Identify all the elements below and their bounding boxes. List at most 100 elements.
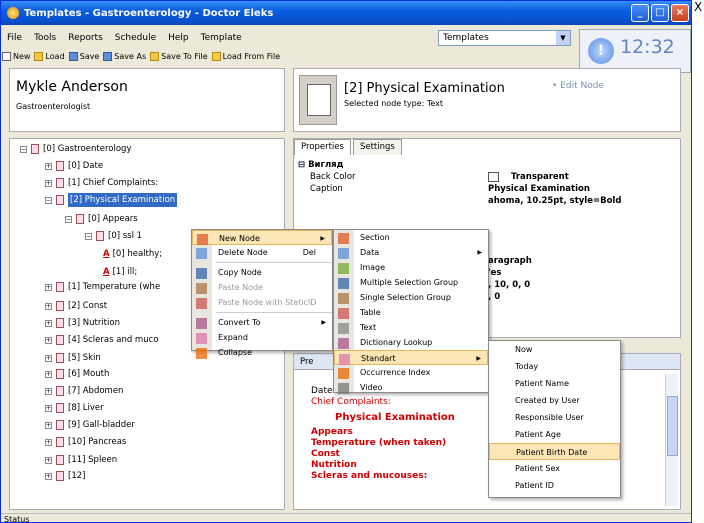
tab-properties[interactable]: Properties (294, 139, 351, 155)
new-node-item-occurrence-index[interactable]: Occurrence Index (334, 365, 488, 380)
load-from-file-button[interactable]: Load From File (211, 51, 283, 61)
expand-icon[interactable]: + (45, 370, 52, 378)
info-icon[interactable]: ! (588, 38, 614, 64)
tree-node[interactable]: + [4] Scleras and muco (45, 333, 158, 347)
new-node-item-single-selection-group[interactable]: Single Selection Group (334, 290, 488, 305)
tree-node[interactable]: A [0] healthy; (103, 247, 162, 261)
property-row[interactable]: Caption Physical Examination (298, 183, 678, 195)
collapse-icon[interactable]: − (65, 215, 72, 223)
save-button[interactable]: Save (68, 51, 103, 61)
templates-combo[interactable]: Templates ▼ (438, 30, 571, 46)
tree-node[interactable]: + [7] Abdomen (45, 384, 123, 398)
menu-reports[interactable]: Reports (62, 31, 109, 45)
save-to-file-button[interactable]: Save To File (149, 51, 211, 61)
tree-node[interactable]: + [2] Const (45, 299, 107, 313)
collapse-icon[interactable]: − (45, 196, 52, 204)
close-icon[interactable]: X (694, 0, 702, 14)
standart-item-patient-name[interactable]: Patient Name (489, 375, 620, 392)
collapse-icon[interactable]: − (85, 232, 92, 240)
tree-node[interactable]: − [0] ssl 1 (85, 229, 142, 243)
property-value[interactable]: ahoma, 10.25pt, style=Bold (488, 195, 621, 207)
expand-icon[interactable]: + (45, 302, 52, 310)
expand-icon[interactable]: + (45, 336, 52, 344)
new-node-item-section[interactable]: Section (334, 230, 488, 245)
new-button[interactable]: New (1, 51, 33, 61)
new-node-item-data[interactable]: Data ▶ (334, 245, 488, 260)
context-menu-item-delete-node[interactable]: Delete Node Del (192, 245, 332, 260)
tree-node[interactable]: + [1] Chief Complaints: (45, 176, 158, 190)
maximize-button[interactable]: □ (651, 4, 669, 22)
tree-node[interactable]: + [9] Gall-bladder (45, 418, 135, 432)
menu-tools[interactable]: Tools (28, 31, 62, 45)
standart-item-created-by-user[interactable]: Created by User (489, 392, 620, 409)
new-node-item-multiple-selection-group[interactable]: Multiple Selection Group (334, 275, 488, 290)
standart-item-patient-id[interactable]: Patient ID (489, 477, 620, 494)
tree-node[interactable]: − [0] Appears (65, 212, 138, 226)
expand-icon[interactable]: + (45, 387, 52, 395)
property-row[interactable] (298, 207, 678, 219)
standart-item-patient-age[interactable]: Patient Age (489, 426, 620, 443)
tree-node[interactable]: + [1] Temperature (whe (45, 280, 160, 294)
standart-item-patient-birth-date[interactable]: Patient Birth Date (489, 443, 620, 460)
tree-node[interactable]: − [2] Physical Examination (45, 193, 178, 207)
new-node-item-table[interactable]: Table (334, 305, 488, 320)
menu-template[interactable]: Template (195, 31, 248, 45)
new-node-item-standart[interactable]: Standart ▶ (334, 350, 488, 365)
minimize-button[interactable]: _ (631, 4, 649, 22)
expand-icon[interactable]: + (45, 283, 52, 291)
expand-icon[interactable]: + (45, 438, 52, 446)
context-menu-item-paste-node[interactable]: Paste Node (192, 280, 332, 295)
new-node-item-image[interactable]: Image (334, 260, 488, 275)
standart-item-responsible-user[interactable]: Responsible User (489, 409, 620, 426)
property-value[interactable]: Physical Examination (488, 183, 590, 195)
context-menu-item-expand[interactable]: Expand (192, 330, 332, 345)
expand-icon[interactable]: + (45, 421, 52, 429)
checkbox[interactable] (488, 172, 499, 182)
close-button[interactable]: × (671, 4, 689, 22)
menu-schedule[interactable]: Schedule (109, 31, 162, 45)
load-button[interactable]: Load (33, 51, 67, 61)
expand-icon[interactable]: + (45, 162, 52, 170)
expand-icon[interactable]: + (45, 319, 52, 327)
new-node-item-text[interactable]: Text (334, 320, 488, 335)
new-node-item-dictionary-lookup[interactable]: Dictionary Lookup (334, 335, 488, 350)
tab-settings[interactable]: Settings (352, 139, 402, 155)
tree-node[interactable]: + [11] Spleen (45, 453, 117, 467)
property-row[interactable]: Back Color Transparent (298, 171, 678, 183)
context-menu-item-new-node[interactable]: New Node ▶ (192, 230, 332, 245)
expand-icon[interactable]: + (45, 456, 52, 464)
edit-node-link[interactable]: • Edit Node (552, 81, 604, 91)
context-menu-item-collapse[interactable]: Collapse (192, 345, 332, 360)
chevron-down-icon[interactable]: ▼ (556, 31, 570, 45)
expand-icon[interactable]: + (45, 472, 52, 480)
context-menu-item-convert-to[interactable]: Convert To ▶ (192, 315, 332, 330)
tree-node[interactable]: + [8] Liver (45, 401, 104, 415)
context-menu-item-paste-node-with-staticid[interactable]: Paste Node with StaticID (192, 295, 332, 310)
expand-icon[interactable]: + (45, 179, 52, 187)
property-value[interactable]: , 0 (488, 291, 500, 303)
property-value[interactable]: aragraph (488, 255, 532, 267)
tree-node[interactable]: − [0] Gastroenterology (20, 142, 131, 156)
tree-node[interactable]: + [6] Mouth (45, 367, 109, 381)
tree-node[interactable]: + [10] Pancreas (45, 435, 126, 449)
property-value[interactable]: 'es (488, 267, 501, 279)
context-menu-item-copy-node[interactable]: Copy Node (192, 265, 332, 280)
tree-node[interactable]: + [0] Date (45, 159, 103, 173)
standart-item-today[interactable]: Today (489, 358, 620, 375)
standart-item-patient-sex[interactable]: Patient Sex (489, 460, 620, 477)
standart-item-now[interactable]: Now (489, 341, 620, 358)
tree-node[interactable]: A [1] ill; (103, 265, 137, 279)
new-node-item-video[interactable]: Video (334, 380, 488, 395)
menu-file[interactable]: File (1, 31, 28, 45)
tree-node[interactable]: + [3] Nutrition (45, 316, 120, 330)
scroll-thumb[interactable] (667, 396, 678, 456)
property-row[interactable]: ahoma, 10.25pt, style=Bold (298, 195, 678, 207)
property-value[interactable]: Transparent (488, 171, 569, 183)
menu-help[interactable]: Help (162, 31, 195, 45)
expand-icon[interactable]: + (45, 354, 52, 362)
preview-scrollbar[interactable] (665, 374, 678, 506)
save-as-button[interactable]: Save As (102, 51, 149, 61)
tree-node[interactable]: + [5] Skin (45, 351, 101, 365)
tree-node[interactable]: + [12] (45, 469, 85, 483)
property-value[interactable]: , 10, 0, 0 (488, 279, 530, 291)
